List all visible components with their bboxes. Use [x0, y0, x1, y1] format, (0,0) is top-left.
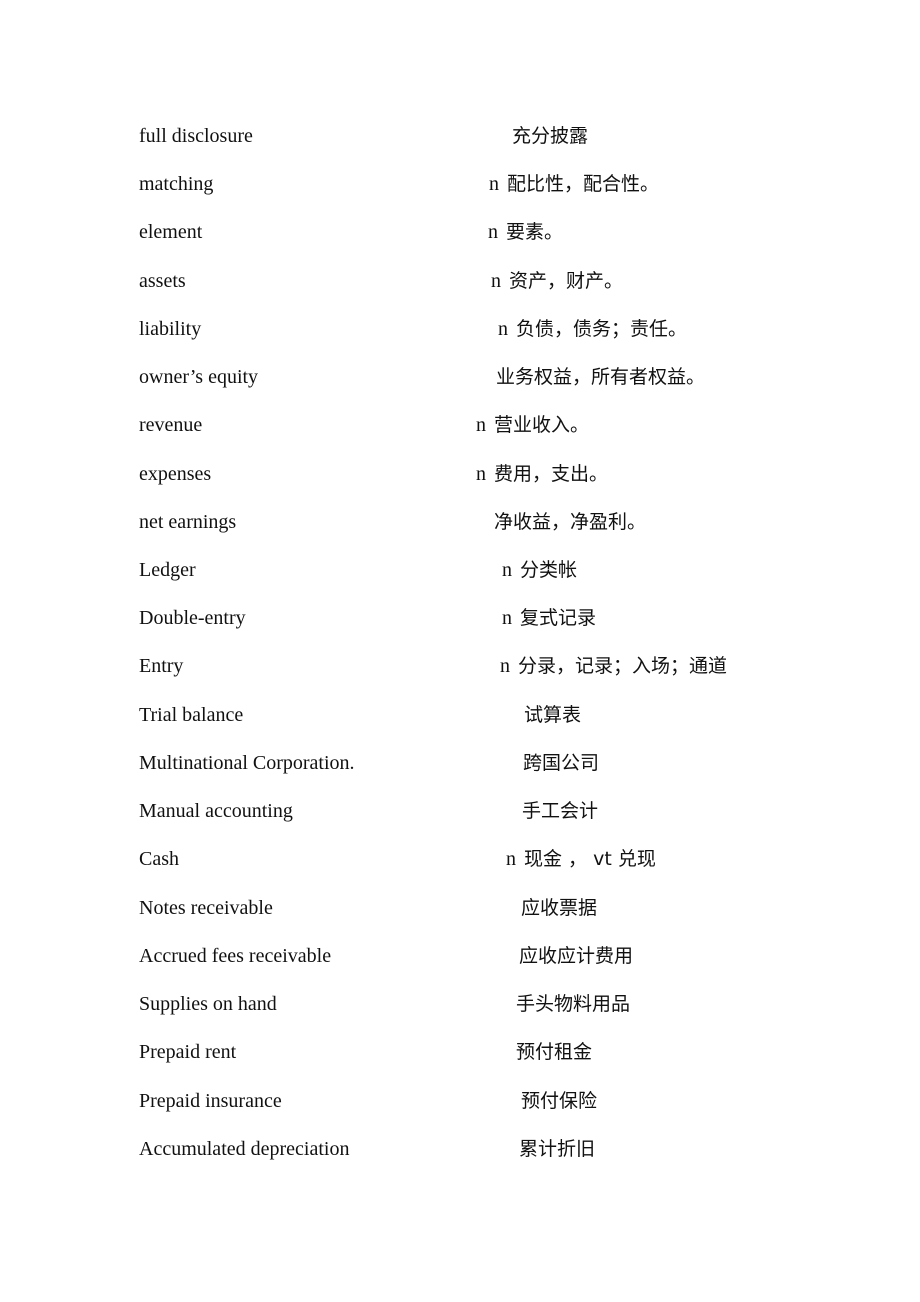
translation-text: 手头物料用品	[516, 993, 631, 1015]
translation: n 分类帐	[502, 555, 577, 585]
term: Supplies on hand	[139, 993, 277, 1015]
part-of-speech: n	[489, 173, 499, 195]
glossary-row: Double-entry n 复式记录	[0, 603, 920, 633]
translation: 累计折旧	[519, 1134, 595, 1164]
glossary-row: Trial balance 试算表	[0, 700, 920, 730]
translation-text: 负债，债务；责任。	[516, 318, 688, 340]
glossary-row: liability n 负债，债务；责任。	[0, 314, 920, 344]
translation: 业务权益，所有者权益。	[496, 362, 705, 392]
term: Trial balance	[139, 704, 244, 726]
glossary-row: Supplies on hand 手头物料用品	[0, 989, 920, 1019]
translation-text: 业务权益，所有者权益。	[496, 366, 706, 388]
translation: 应收票据	[521, 893, 597, 923]
glossary-row: net earnings 净收益，净盈利。	[0, 507, 920, 537]
term: Cash	[139, 848, 179, 870]
glossary-row: Ledger n 分类帐	[0, 555, 920, 585]
term: Prepaid insurance	[139, 1090, 282, 1112]
glossary-row: Accrued fees receivable 应收应计费用	[0, 941, 920, 971]
glossary-row: Multinational Corporation. 跨国公司	[0, 748, 920, 778]
part-of-speech: n	[502, 559, 512, 581]
document-page: full disclosure 充分披露 matching n 配比性，配合性。 …	[0, 0, 920, 1302]
term: Multinational Corporation.	[139, 752, 355, 774]
glossary-row: owner’s equity 业务权益，所有者权益。	[0, 362, 920, 392]
term: matching	[139, 173, 214, 195]
glossary-row: Notes receivable 应收票据	[0, 893, 920, 923]
translation-text: 现金 ， vt 兑现	[524, 848, 656, 870]
translation: 跨国公司	[523, 748, 599, 778]
translation-text: 营业收入。	[494, 414, 590, 436]
term: Double-entry	[139, 607, 246, 629]
translation-text: 配比性，配合性。	[507, 173, 660, 195]
part-of-speech: n	[491, 270, 501, 292]
term: net earnings	[139, 511, 237, 533]
part-of-speech: n	[476, 463, 486, 485]
term: owner’s equity	[139, 366, 259, 388]
translation: n 资产，财产。	[491, 266, 623, 296]
glossary-row: Cash n 现金 ， vt 兑现	[0, 844, 920, 874]
translation-text: 手工会计	[522, 800, 599, 822]
term: assets	[139, 270, 186, 292]
translation-text: 预付租金	[516, 1041, 593, 1063]
translation-text: 要素。	[506, 221, 564, 243]
glossary-row: Prepaid insurance 预付保险	[0, 1086, 920, 1116]
term: Notes receivable	[139, 897, 273, 919]
glossary-row: Prepaid rent 预付租金	[0, 1037, 920, 1067]
term: Accumulated depreciation	[139, 1138, 350, 1160]
translation: 手头物料用品	[516, 989, 630, 1019]
term: full disclosure	[139, 125, 253, 147]
translation: n 营业收入。	[476, 410, 589, 440]
translation: n 现金 ， vt 兑现	[506, 844, 656, 874]
translation-text: 分录，记录；入场；通道	[518, 655, 728, 677]
translation-text: 复式记录	[520, 607, 597, 629]
glossary-row: Manual accounting 手工会计	[0, 796, 920, 826]
glossary-row: Accumulated depreciation 累计折旧	[0, 1134, 920, 1164]
glossary-row: assets n 资产，财产。	[0, 266, 920, 296]
translation: 试算表	[524, 700, 581, 730]
translation: n 复式记录	[502, 603, 596, 633]
translation: n 配比性，配合性。	[489, 169, 659, 199]
translation-text: 费用，支出。	[494, 463, 609, 485]
term: Accrued fees receivable	[139, 945, 332, 967]
translation: 净收益，净盈利。	[494, 507, 646, 537]
term: Manual accounting	[139, 800, 293, 822]
term: Ledger	[139, 559, 196, 581]
translation-text: 应收应计费用	[519, 945, 634, 967]
glossary-row: full disclosure 充分披露	[0, 121, 920, 151]
translation-text: 资产，财产。	[509, 270, 624, 292]
translation: 手工会计	[522, 796, 598, 826]
term: Entry	[139, 655, 184, 677]
glossary-row: expenses n 费用，支出。	[0, 459, 920, 489]
translation-text: 应收票据	[521, 897, 598, 919]
part-of-speech: n	[500, 655, 510, 677]
translation-text: 分类帐	[520, 559, 578, 581]
part-of-speech: n	[506, 848, 516, 870]
translation: 应收应计费用	[519, 941, 633, 971]
translation-text: 充分披露	[512, 125, 589, 147]
term: revenue	[139, 414, 203, 436]
term: element	[139, 221, 203, 243]
glossary-row: element n 要素。	[0, 217, 920, 247]
translation: 充分披露	[512, 121, 588, 151]
translation-text: 净收益，净盈利。	[494, 511, 647, 533]
translation-text: 预付保险	[521, 1090, 598, 1112]
translation: 预付租金	[516, 1037, 592, 1067]
translation-text: 试算表	[524, 704, 582, 726]
part-of-speech: n	[488, 221, 498, 243]
term: liability	[139, 318, 202, 340]
translation: 预付保险	[521, 1086, 597, 1116]
translation: n 费用，支出。	[476, 459, 608, 489]
part-of-speech: n	[498, 318, 508, 340]
translation: n 要素。	[488, 217, 563, 247]
part-of-speech: n	[476, 414, 486, 436]
term: expenses	[139, 463, 212, 485]
translation-text: 累计折旧	[519, 1138, 596, 1160]
glossary-row: revenue n 营业收入。	[0, 410, 920, 440]
translation-text: 跨国公司	[523, 752, 600, 774]
translation: n 分录，记录；入场；通道	[500, 651, 727, 681]
part-of-speech: n	[502, 607, 512, 629]
term: Prepaid rent	[139, 1041, 237, 1063]
translation: n 负债，债务；责任。	[498, 314, 687, 344]
glossary-row: matching n 配比性，配合性。	[0, 169, 920, 199]
glossary-row: Entry n 分录，记录；入场；通道	[0, 651, 920, 681]
